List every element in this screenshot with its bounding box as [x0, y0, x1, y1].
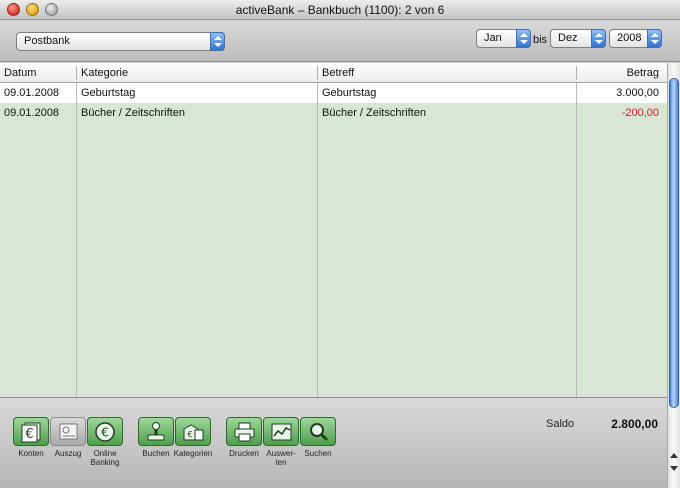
- chart-icon: [271, 423, 292, 441]
- bottom-toolbar: € Konten Auszug € Online Banking Buchen …: [0, 397, 667, 488]
- column-header-betrag[interactable]: Betrag: [580, 63, 659, 83]
- cell-betreff: Geburtstag: [322, 87, 377, 99]
- column-gridline: [76, 83, 77, 397]
- year-value: 2008: [617, 32, 642, 44]
- online-banking-label: Online Banking: [85, 449, 125, 467]
- column-divider: [76, 66, 77, 80]
- column-header-betreff[interactable]: Betreff: [322, 63, 354, 83]
- buchen-label: Buchen: [142, 449, 170, 458]
- cell-betrag: -200,00: [621, 107, 659, 119]
- app-window: activeBank – Bankbuch (1100): 2 von 6 Po…: [0, 0, 680, 488]
- auswerten-label: Auswer- ten: [261, 449, 301, 467]
- buchen-button[interactable]: [138, 417, 174, 446]
- online-banking-button[interactable]: €: [87, 417, 123, 446]
- from-month-value: Jan: [484, 32, 502, 44]
- to-month-value: Dez: [558, 32, 578, 44]
- stamp-icon: [147, 422, 165, 441]
- title-bar[interactable]: activeBank – Bankbuch (1100): 2 von 6: [0, 0, 680, 20]
- suchen-button[interactable]: [300, 417, 336, 446]
- auswerten-label-line1: Auswer-: [266, 449, 296, 458]
- scroll-up-arrow-icon[interactable]: [668, 450, 680, 462]
- auswerten-button[interactable]: [263, 417, 299, 446]
- from-month-select[interactable]: Jan: [476, 29, 531, 48]
- kategorien-button[interactable]: €: [175, 417, 211, 446]
- kategorien-label: Kategorien: [173, 449, 213, 458]
- cell-datum: 09.01.2008: [4, 87, 60, 99]
- cell-kategorie: Geburtstag: [81, 87, 136, 99]
- konten-label: Konten: [18, 449, 44, 458]
- magnifier-icon: [310, 423, 329, 442]
- cell-datum: 09.01.2008: [4, 107, 60, 119]
- year-select[interactable]: 2008: [609, 29, 662, 48]
- column-divider: [576, 66, 577, 80]
- konten-button[interactable]: €: [13, 417, 49, 446]
- scrollbar-thumb[interactable]: [669, 78, 679, 408]
- cell-betreff: Bücher / Zeitschriften: [322, 107, 426, 119]
- table-row[interactable]: 09.01.2008 Bücher / Zeitschriften Bücher…: [0, 103, 667, 123]
- to-month-select[interactable]: Dez: [550, 29, 606, 48]
- svg-text:€: €: [25, 427, 33, 442]
- scroll-down-arrow-icon[interactable]: [668, 463, 680, 475]
- drucken-button[interactable]: [226, 417, 262, 446]
- online-banking-label-line1: Online: [93, 449, 117, 458]
- globe-euro-icon: €: [95, 422, 115, 442]
- column-gridline: [317, 83, 318, 397]
- chevron-updown-icon: [591, 29, 606, 48]
- svg-text:€: €: [101, 426, 109, 440]
- printer-icon: [234, 422, 255, 442]
- account-select[interactable]: Postbank: [16, 32, 225, 51]
- chevron-updown-icon: [647, 29, 662, 48]
- accounts-icon: €: [21, 422, 41, 443]
- folders-icon: €: [183, 424, 204, 441]
- transactions-table: Datum Kategorie Betreff Betrag 09.01.200…: [0, 63, 667, 397]
- table-row[interactable]: 09.01.2008 Geburtstag Geburtstag 3.000,0…: [0, 83, 667, 103]
- saldo-value: 2.800,00: [611, 417, 658, 431]
- column-divider: [317, 66, 318, 80]
- column-header-datum[interactable]: Datum: [4, 63, 36, 83]
- auszug-label: Auszug: [54, 449, 82, 458]
- filter-bar: Postbank Jan bis Dez 2008: [0, 21, 680, 62]
- column-header-kategorie[interactable]: Kategorie: [81, 63, 128, 83]
- drucken-label: Drucken: [229, 449, 259, 458]
- cell-betrag: 3.000,00: [616, 87, 659, 99]
- chevron-updown-icon: [210, 32, 225, 51]
- window-title: activeBank – Bankbuch (1100): 2 von 6: [235, 3, 445, 17]
- column-gridline: [576, 83, 577, 397]
- saldo-label: Saldo: [546, 418, 575, 430]
- online-banking-label-line2: Banking: [90, 458, 120, 467]
- account-select-value: Postbank: [24, 35, 70, 47]
- chevron-updown-icon: [516, 29, 531, 48]
- statement-icon: [59, 423, 78, 440]
- auswerten-label-line2: ten: [275, 458, 287, 467]
- auszug-button[interactable]: [50, 417, 86, 446]
- bis-label: bis: [533, 34, 548, 46]
- table-header: Datum Kategorie Betreff Betrag: [0, 63, 667, 83]
- cell-kategorie: Bücher / Zeitschriften: [81, 107, 185, 119]
- svg-text:€: €: [187, 430, 192, 439]
- suchen-label: Suchen: [304, 449, 332, 458]
